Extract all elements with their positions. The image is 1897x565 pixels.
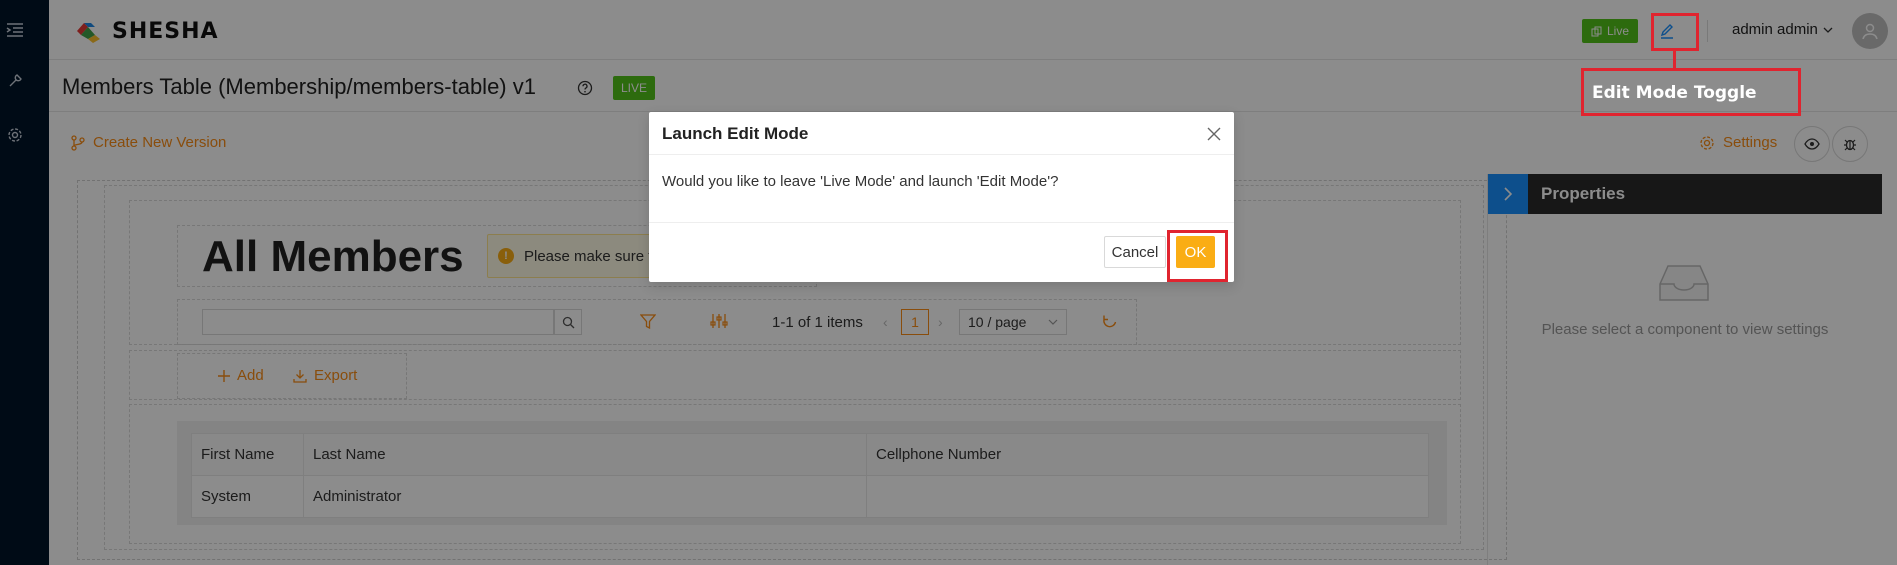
dialog-message: Would you like to leave 'Live Mode' and … [662,173,1059,190]
dialog-divider [649,222,1234,223]
callout-connector [1673,50,1676,68]
dialog-title: Launch Edit Mode [662,124,809,143]
cancel-button[interactable]: Cancel [1104,236,1166,268]
edit-mode-toggle-callout: Edit Mode Toggle [1581,68,1801,116]
edit-toggle-highlight [1651,13,1699,51]
close-icon[interactable] [1204,124,1224,144]
callout-label: Edit Mode Toggle [1592,83,1757,103]
ok-button-highlight [1167,230,1228,282]
launch-edit-mode-dialog: Launch Edit Mode Would you like to leave… [649,112,1234,282]
dialog-divider [649,154,1234,155]
